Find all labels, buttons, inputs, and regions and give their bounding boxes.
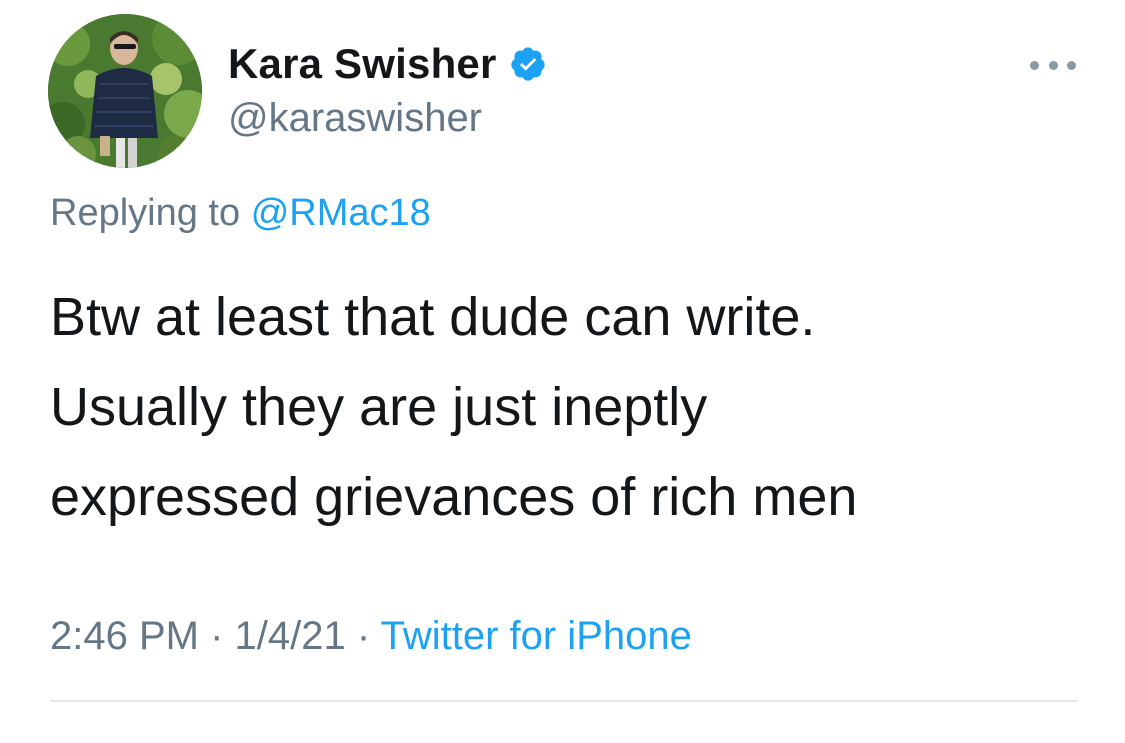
tweet-text: Btw at least that dude can write. Usuall… (50, 272, 1090, 542)
dot-icon (1030, 60, 1039, 70)
tweet-meta: 2:46 PM · 1/4/21 · Twitter for iPhone (50, 614, 692, 659)
tweet-text-line: Btw at least that dude can write. (50, 287, 816, 347)
verified-badge-icon (509, 45, 547, 83)
tweet-date[interactable]: 1/4/21 (235, 614, 346, 658)
replying-to-user-link[interactable]: @RMac18 (251, 192, 431, 234)
tweet-text-line: Usually they are just ineptly (50, 377, 708, 437)
tweet-time[interactable]: 2:46 PM (50, 614, 199, 658)
meta-separator: · (356, 614, 371, 658)
replying-to-row: Replying to @RMac18 (50, 192, 431, 235)
meta-separator: · (210, 614, 224, 658)
dot-icon (1048, 60, 1058, 70)
avatar[interactable] (48, 14, 202, 168)
tweet-card: Kara Swisher @karaswisher Replying to @R… (0, 0, 1125, 743)
tweet-text-line: expressed grievances of rich men (50, 467, 858, 527)
dot-icon (1067, 60, 1076, 70)
user-handle[interactable]: @karaswisher (228, 96, 482, 141)
avatar-photo (48, 14, 202, 168)
display-name[interactable]: Kara Swisher (228, 40, 497, 88)
replying-to-label: Replying to (50, 192, 241, 234)
divider (50, 700, 1077, 702)
more-options-icon[interactable] (1030, 56, 1076, 74)
display-name-row: Kara Swisher (228, 38, 547, 90)
tweet-source-link[interactable]: Twitter for iPhone (381, 614, 692, 658)
